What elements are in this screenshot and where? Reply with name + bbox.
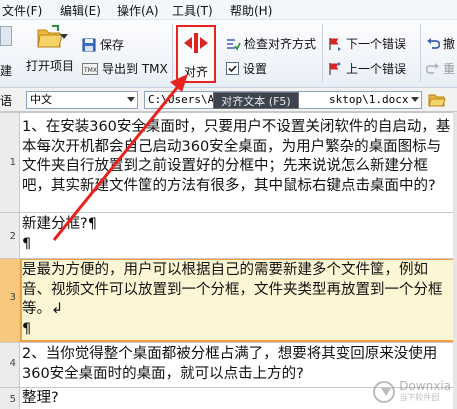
downxia-logo-icon [373, 380, 396, 403]
watermark: Downxia 当下软件园 [373, 380, 451, 403]
watermark-sub: 当下软件园 [399, 393, 440, 402]
watermark-text: Downxia [399, 379, 451, 393]
annotation-arrow [52, 74, 188, 241]
